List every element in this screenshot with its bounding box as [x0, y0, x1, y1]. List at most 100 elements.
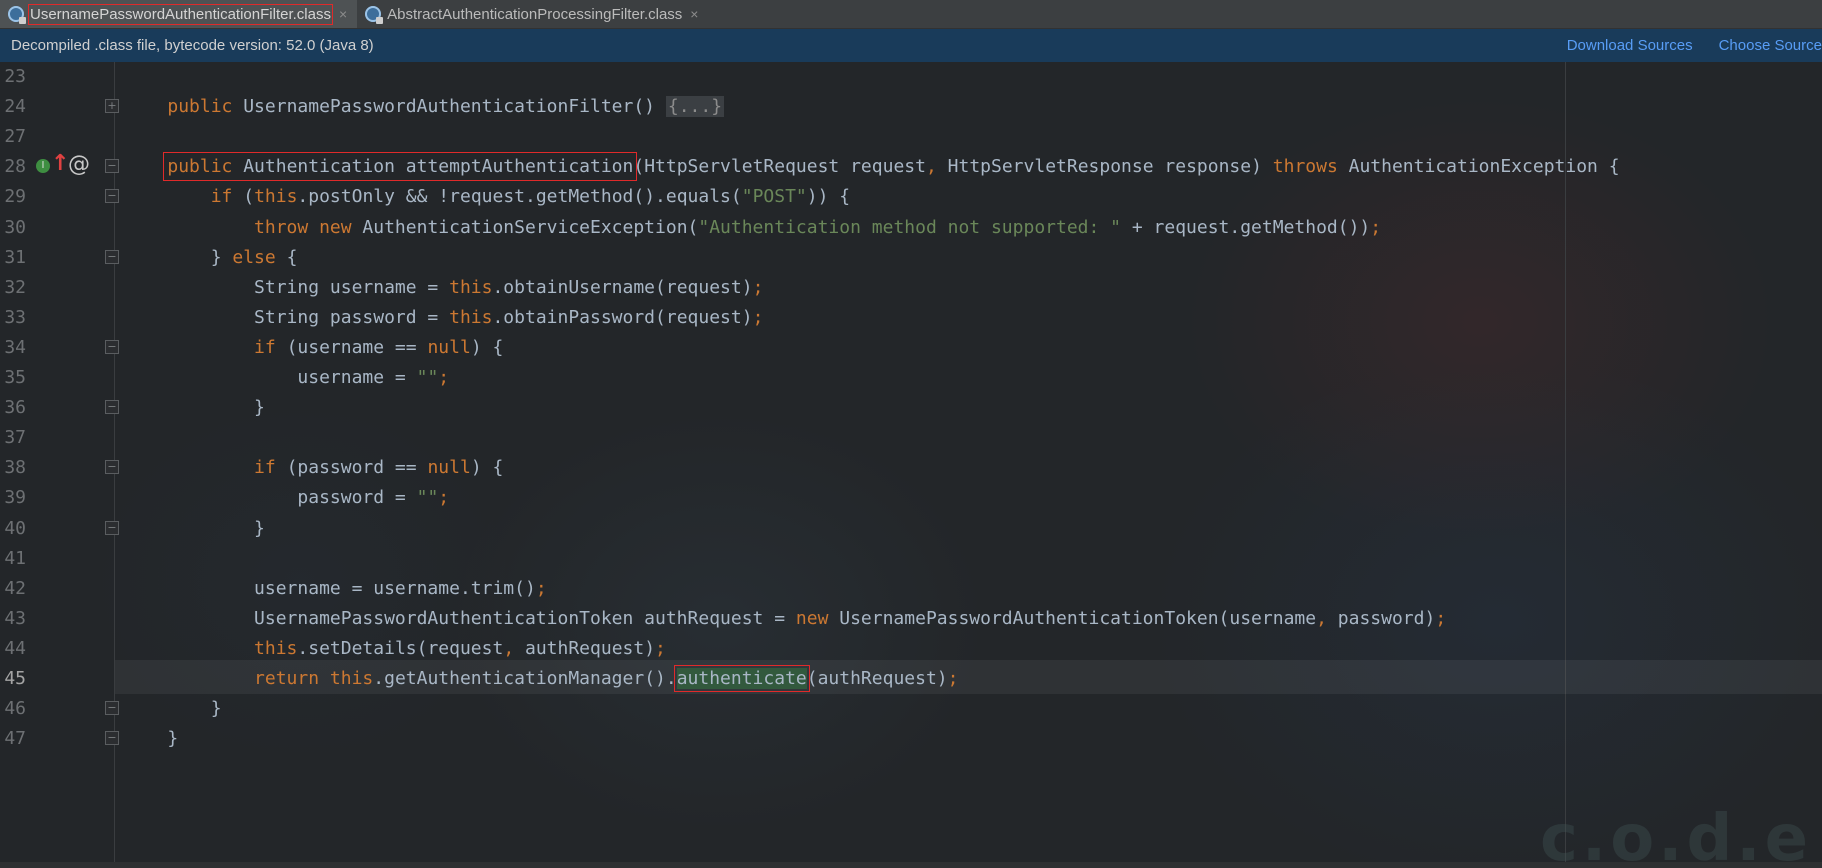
- close-icon[interactable]: ×: [339, 6, 347, 22]
- code-editor[interactable]: 23 24 + public UsernamePasswordAuthenticat…: [0, 62, 1822, 868]
- implements-method-icon[interactable]: I: [36, 159, 50, 174]
- code-token: (password ==: [286, 457, 428, 479]
- class-file-icon: [8, 6, 26, 24]
- keyword-token: null: [427, 336, 471, 358]
- fold-collapse-icon[interactable]: −: [105, 460, 119, 475]
- code-token: {: [286, 246, 298, 268]
- code-token: }: [124, 728, 179, 750]
- code-token: password): [1337, 607, 1436, 629]
- keyword-token: if: [210, 186, 244, 208]
- fold-collapse-icon[interactable]: −: [105, 731, 119, 746]
- keyword-token: ,: [925, 156, 948, 178]
- code-token: username = username.trim(): [124, 577, 536, 599]
- code-token: }: [124, 517, 265, 539]
- string-token: "Authentication method not supported: ": [698, 216, 1122, 238]
- keyword-token: this: [254, 637, 298, 659]
- tab-label: AbstractAuthenticationProcessingFilter.c…: [387, 5, 683, 23]
- annotation-icon[interactable]: @: [68, 152, 90, 177]
- code-token: .obtainUsername(request): [492, 276, 753, 298]
- fold-collapse-icon[interactable]: −: [105, 189, 119, 204]
- fold-collapse-icon[interactable]: −: [105, 520, 119, 535]
- close-icon[interactable]: ×: [690, 6, 698, 22]
- keyword-token: if: [254, 457, 287, 479]
- banner-message: Decompiled .class file, bytecode version…: [11, 37, 374, 54]
- code-token: ) {: [470, 457, 504, 479]
- keyword-token: public: [167, 96, 244, 118]
- fold-collapse-icon[interactable]: −: [105, 159, 119, 174]
- code-token: password =: [124, 487, 417, 509]
- string-token: "": [416, 367, 439, 388]
- code-token: username =: [124, 367, 417, 388]
- code-token: ) {: [470, 336, 504, 358]
- fold-collapse-icon[interactable]: −: [105, 701, 119, 716]
- keyword-token: ;: [752, 276, 764, 298]
- keyword-token: ;: [655, 637, 666, 659]
- code-token: String password =: [124, 306, 450, 328]
- tab-abstract-authentication-filter[interactable]: AbstractAuthenticationProcessingFilter.c…: [357, 0, 708, 28]
- code-token: AuthenticationException {: [1348, 156, 1620, 178]
- keyword-token: throws: [1272, 156, 1349, 178]
- string-token: "POST": [741, 186, 807, 208]
- keyword-token: ,: [503, 637, 525, 659]
- fold-collapse-icon[interactable]: −: [105, 400, 119, 415]
- keyword-token: this: [449, 306, 493, 328]
- code-token: .obtainPassword(request): [492, 306, 753, 328]
- code-token: String username =: [124, 276, 450, 298]
- code-token: }: [124, 698, 222, 720]
- choose-sources-link[interactable]: Choose Sources...: [1719, 37, 1822, 54]
- keyword-token: return this: [254, 668, 374, 689]
- keyword-token: ;: [438, 487, 450, 509]
- decompiled-info-banner: Decompiled .class file, bytecode version…: [0, 29, 1822, 62]
- keyword-token: else: [232, 246, 287, 268]
- code-token: (authRequest): [806, 668, 948, 689]
- folded-code-placeholder[interactable]: {...}: [665, 96, 725, 118]
- keyword-token: ;: [947, 668, 959, 689]
- string-token: "": [416, 487, 439, 509]
- code-token: AuthenticationServiceException(: [362, 216, 699, 238]
- tab-username-password-filter[interactable]: UsernamePasswordAuthenticationFilter.cla…: [0, 0, 358, 28]
- code-text[interactable]: }: [124, 721, 178, 756]
- fold-collapse-icon[interactable]: −: [105, 339, 119, 354]
- keyword-token: ;: [535, 577, 547, 599]
- keyword-token: this: [254, 186, 298, 208]
- code-token: }: [124, 246, 233, 268]
- keyword-token: ;: [1370, 216, 1382, 238]
- horizontal-scrollbar[interactable]: [0, 862, 1822, 868]
- line-number: 47: [4, 728, 26, 750]
- code-token: Authentication attemptAuthentication: [243, 156, 634, 178]
- editor-tab-bar: UsernamePasswordAuthenticationFilter.cla…: [0, 0, 1822, 29]
- code-line[interactable]: 47 − }: [0, 721, 1822, 756]
- code-token: (username ==: [286, 336, 428, 358]
- keyword-token: null: [427, 457, 471, 479]
- download-sources-link[interactable]: Download Sources: [1567, 37, 1693, 54]
- code-token: UsernamePasswordAuthenticationFilter(): [243, 96, 666, 118]
- code-token: UsernamePasswordAuthenticationToken(user…: [839, 607, 1317, 629]
- code-token: (HttpServletRequest request: [633, 156, 926, 178]
- keyword-token: public: [167, 156, 244, 178]
- keyword-token: ;: [438, 367, 450, 388]
- keyword-token: ,: [1316, 607, 1338, 629]
- keyword-token: this: [449, 276, 493, 298]
- background-watermark-logo: c.o.d.e: [1539, 802, 1812, 868]
- highlighted-authenticate-call[interactable]: authenticate: [673, 665, 810, 692]
- fold-expand-icon[interactable]: +: [105, 99, 119, 114]
- code-token: (: [243, 186, 255, 208]
- code-token: authRequest): [525, 637, 656, 659]
- keyword-token: ;: [1435, 607, 1447, 629]
- fold-collapse-icon[interactable]: −: [105, 249, 119, 264]
- code-token: .setDetails(request: [297, 637, 504, 659]
- code-token: }: [124, 397, 265, 419]
- keyword-token: throw new: [254, 216, 363, 238]
- code-token: + request.getMethod()): [1121, 216, 1371, 238]
- keyword-token: new: [795, 607, 840, 629]
- code-token: )) {: [806, 186, 851, 208]
- overrides-method-icon[interactable]: ↑: [51, 151, 69, 176]
